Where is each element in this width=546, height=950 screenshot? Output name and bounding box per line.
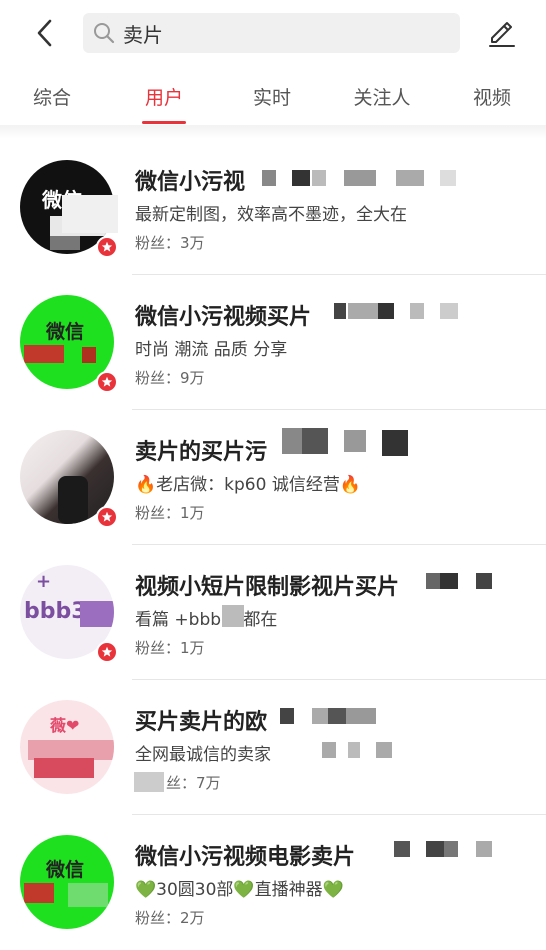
mosaic-block xyxy=(426,841,444,857)
avatar-label: 微信 xyxy=(46,321,85,343)
user-name: 微信小污视频买片 xyxy=(135,305,312,330)
back-button[interactable] xyxy=(28,16,62,50)
mosaic-block xyxy=(222,605,244,627)
search-query-text: 卖片 xyxy=(123,22,163,47)
search-icon xyxy=(91,20,117,46)
mosaic-block xyxy=(24,345,64,363)
user-description: 看篇 +bbb 天都在 xyxy=(135,610,278,630)
mosaic-block xyxy=(476,841,492,857)
mosaic-block xyxy=(334,303,346,319)
user-description: 最新定制图，效率高不墨迹，全大在 xyxy=(135,205,407,225)
verified-badge xyxy=(96,506,118,528)
mosaic-block xyxy=(376,742,392,758)
mosaic-block xyxy=(80,601,114,627)
mosaic-block xyxy=(378,303,394,319)
mosaic-block xyxy=(440,573,458,589)
avatar-label: 微信 xyxy=(46,859,85,881)
avatar-figure xyxy=(58,476,88,524)
user-name: 微信小污视频电影卖片 xyxy=(135,845,356,870)
tab-comprehensive[interactable]: 综合 xyxy=(22,66,82,126)
top-bar: 卖片 xyxy=(0,0,546,66)
user-name: 微信小污视 xyxy=(135,170,246,195)
user-row[interactable]: 微信 微信小污视 最新定制图，效率高不墨迹，全大在 粉丝：3万 xyxy=(0,140,546,275)
mosaic-block xyxy=(292,170,310,186)
mosaic-block xyxy=(62,195,118,233)
mosaic-block xyxy=(282,428,302,454)
mosaic-block xyxy=(410,303,424,319)
mosaic-block xyxy=(82,347,96,363)
star-icon xyxy=(101,241,113,252)
pencil-icon xyxy=(489,22,515,47)
mosaic-block xyxy=(440,170,456,186)
mosaic-block xyxy=(328,708,346,724)
star-icon xyxy=(101,646,113,657)
user-fans-count: 粉丝：3万 xyxy=(135,234,205,252)
user-fans-count: 丝：7万 xyxy=(166,774,221,792)
user-description: 🔥老店微：kp60 诚信经营🔥 xyxy=(135,475,362,495)
mosaic-block xyxy=(348,742,360,758)
mosaic-block xyxy=(50,236,80,250)
active-tab-indicator xyxy=(142,121,186,124)
mosaic-block xyxy=(34,758,94,778)
mosaic-block xyxy=(476,573,492,589)
mosaic-block xyxy=(302,428,328,454)
user-row[interactable]: 微信 微信小污视频电影卖片 💚30圆30部💚直播神器💚 粉丝：2万 xyxy=(0,815,546,950)
tab-users[interactable]: 用户 xyxy=(134,66,194,126)
user-name: 买片卖片的欧 xyxy=(135,710,268,735)
mosaic-block xyxy=(312,708,328,724)
user-row[interactable]: + bbb3 视频小短片限制影视片买片 看篇 +bbb 天都在 粉丝：1万 xyxy=(0,545,546,680)
tab-video[interactable]: 视频 xyxy=(462,66,522,126)
user-name: 卖片的买片污 xyxy=(135,440,268,465)
mosaic-block xyxy=(68,883,108,907)
user-description: 时尚 潮流 品质 分享 xyxy=(135,340,288,360)
user-name: 视频小短片限制影视片买片 xyxy=(135,575,400,600)
mosaic-block xyxy=(262,170,276,186)
tabs-divider xyxy=(0,125,546,139)
user-fans-count: 粉丝：1万 xyxy=(135,504,205,522)
chevron-left-icon xyxy=(37,19,52,47)
avatar-label: bbb3 xyxy=(24,599,87,624)
mosaic-block xyxy=(426,573,440,589)
mosaic-block xyxy=(444,841,458,857)
mosaic-block xyxy=(322,742,336,758)
mosaic-block xyxy=(280,708,294,724)
star-icon xyxy=(101,376,113,387)
mosaic-block xyxy=(394,841,410,857)
user-fans-count: 粉丝：1万 xyxy=(135,639,205,657)
mosaic-block xyxy=(344,430,366,452)
search-input[interactable]: 卖片 xyxy=(83,13,460,53)
verified-badge xyxy=(96,371,118,393)
mosaic-block xyxy=(346,708,376,724)
mosaic-block xyxy=(344,170,376,186)
mosaic-block xyxy=(312,170,326,186)
mosaic-block xyxy=(28,740,114,760)
user-fans-count: 粉丝：9万 xyxy=(135,369,205,387)
search-tabs: 综合 用户 实时 关注人 视频 xyxy=(0,66,546,126)
avatar[interactable]: 微信 xyxy=(20,835,114,929)
user-row[interactable]: 薇❤ 买片卖片的欧 全网最诚信的卖家 丝：7万 xyxy=(0,680,546,815)
user-description: 全网最诚信的卖家 xyxy=(135,745,271,765)
avatar-label-plus: + xyxy=(36,571,52,592)
avatar[interactable]: 薇❤ xyxy=(20,700,114,794)
verified-badge xyxy=(96,641,118,663)
mosaic-block xyxy=(440,303,458,319)
mosaic-block xyxy=(382,430,408,456)
user-fans-count: 粉丝：2万 xyxy=(135,909,205,927)
mosaic-block xyxy=(396,170,424,186)
user-description: 💚30圆30部💚直播神器💚 xyxy=(135,880,344,900)
tab-realtime[interactable]: 实时 xyxy=(242,66,302,126)
user-row[interactable]: 卖片的买片污 🔥老店微：kp60 诚信经营🔥 粉丝：1万 xyxy=(0,410,546,545)
verified-badge xyxy=(96,236,118,258)
star-icon xyxy=(101,511,113,522)
avatar-label: 薇❤ xyxy=(50,716,80,735)
mosaic-block xyxy=(134,772,164,792)
mosaic-block xyxy=(348,303,378,319)
user-row[interactable]: 微信 微信小污视频买片 时尚 潮流 品质 分享 粉丝：9万 xyxy=(0,275,546,410)
mosaic-block xyxy=(24,883,54,903)
edit-button[interactable] xyxy=(484,14,520,50)
tab-following[interactable]: 关注人 xyxy=(346,66,418,126)
